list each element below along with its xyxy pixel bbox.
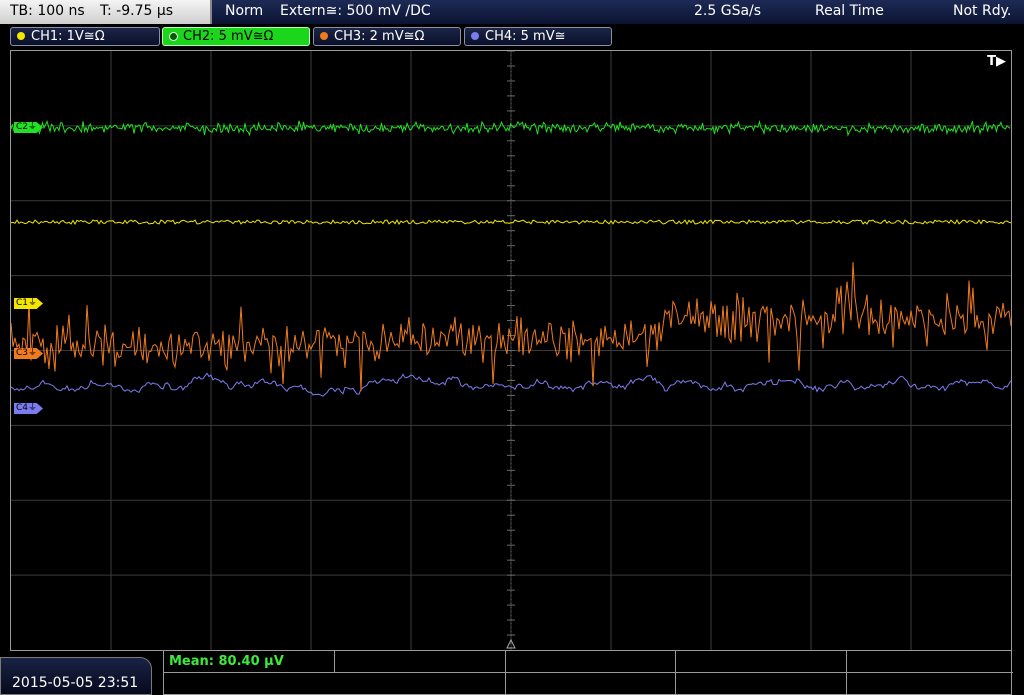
waveform-canvas — [11, 51, 1011, 650]
datetime: 2015-05-05 23:51 — [12, 675, 139, 691]
ch3-color-dot — [320, 32, 328, 40]
trigger-mode[interactable]: Norm — [225, 3, 263, 19]
measurement-cell[interactable] — [506, 651, 676, 673]
ch2-label: CH2: 5 mV≅Ω — [183, 29, 274, 44]
ch1-label: CH1: 1V≅Ω — [31, 29, 105, 44]
waveform-display[interactable]: T▶ C2⏚ C1⏚ C3⏚ C4⏚ — [10, 50, 1012, 651]
trigger-source[interactable]: Extern≅: 500 mV ∕DC — [280, 3, 431, 19]
channel-tab-ch4[interactable]: CH4: 5 mV≅ — [464, 27, 612, 46]
ch4-label: CH4: 5 mV≅ — [485, 29, 566, 44]
trigger-time: T: -9.75 µs — [100, 3, 174, 19]
measurement-cell[interactable] — [335, 673, 506, 695]
measurement-cell-mean[interactable]: Mean: 80.40 µV — [164, 651, 335, 673]
status-bar: TB: 100 ns T: -9.75 µs Norm Extern≅: 500… — [0, 0, 1024, 24]
timebase-value: TB: 100 ns — [10, 3, 85, 19]
channel-tab-ch1[interactable]: CH1: 1V≅Ω — [10, 27, 160, 46]
measurement-cell[interactable] — [676, 673, 847, 695]
channel-tab-ch3[interactable]: CH3: 2 mV≅Ω — [313, 27, 461, 46]
ch3-label: CH3: 2 mV≅Ω — [334, 29, 425, 44]
measurement-bar: Mean: 80.40 µV — [163, 651, 1013, 695]
measurement-cell[interactable] — [506, 673, 676, 695]
datetime-box: 2015-05-05 23:51 — [0, 657, 152, 695]
ch2-color-dot — [169, 32, 178, 41]
timebase-box[interactable]: TB: 100 ns T: -9.75 µs — [0, 0, 212, 24]
measurement-cell[interactable] — [676, 651, 847, 673]
sample-rate: 2.5 GSa/s — [694, 3, 762, 19]
acquisition-state: Not Rdy. — [953, 3, 1012, 19]
mean-measurement: Mean: 80.40 µV — [169, 654, 284, 669]
trigger-position-indicator: T▶ — [987, 54, 1006, 69]
ch4-color-dot — [471, 32, 479, 40]
channel-tabs: CH1: 1V≅Ω CH2: 5 mV≅Ω CH3: 2 mV≅Ω CH4: 5… — [0, 25, 1024, 48]
measurement-cell[interactable] — [847, 651, 1013, 673]
measurement-cell[interactable] — [335, 651, 506, 673]
ch1-color-dot — [17, 32, 25, 40]
channel-tab-ch2[interactable]: CH2: 5 mV≅Ω — [162, 27, 310, 46]
graticule — [11, 51, 1011, 650]
acquisition-mode: Real Time — [815, 3, 884, 19]
